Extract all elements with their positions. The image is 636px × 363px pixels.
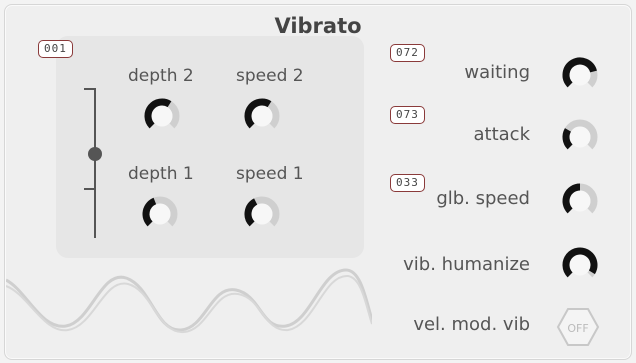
slider-tick-bottom [84,188,96,190]
attack-label: attack [473,124,531,145]
waiting-knob[interactable] [560,55,600,95]
lfo-section [56,36,364,258]
glb-speed-knob[interactable] [560,181,600,221]
knob-face [569,64,591,86]
waiting-label: waiting [464,62,530,83]
attack-badge: 073 [390,106,425,124]
wave-graphic-icon [6,268,372,334]
depth2-label: depth 2 [128,66,194,86]
depth2-knob[interactable] [142,96,182,136]
panel-title: Vibrato [274,14,362,38]
knob-face [151,105,173,127]
vib-humanize-label: vib. humanize [403,254,530,275]
knob-face [569,254,591,276]
waiting-badge: 072 [390,44,425,62]
vel-mod-vib-toggle[interactable]: OFF [556,305,600,349]
vel-mod-vib-label: vel. mod. vib [413,314,530,335]
knob-value-arc [562,128,573,150]
toggle-text: OFF [567,322,588,335]
vib-humanize-knob[interactable] [560,245,600,285]
power-toggle-icon: OFF [556,308,600,346]
lfo-badge: 001 [38,40,73,58]
mix-slider-track[interactable] [94,88,96,238]
speed2-knob[interactable] [242,96,282,136]
speed1-knob[interactable] [242,194,282,234]
speed1-label: speed 1 [236,164,304,184]
glb-speed-label: glb. speed [436,188,530,209]
depth1-label: depth 1 [128,164,194,184]
attack-knob[interactable] [560,117,600,157]
knob-face [149,203,171,225]
glb-speed-badge: 033 [390,174,425,192]
mix-slider-thumb[interactable] [88,147,102,161]
knob-face [251,105,273,127]
knob-face [569,126,591,148]
slider-tick-top [84,88,96,90]
depth1-knob[interactable] [140,194,180,234]
knob-face [569,190,591,212]
speed2-label: speed 2 [236,66,304,86]
knob-face [251,203,273,225]
